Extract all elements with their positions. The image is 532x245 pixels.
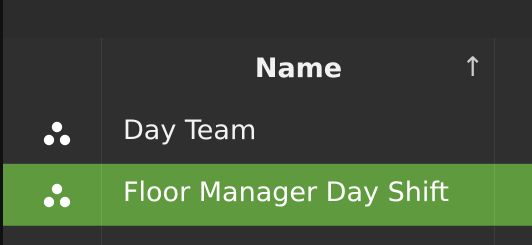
row-name-cell[interactable]: Day Team xyxy=(103,102,495,163)
sort-ascending-icon[interactable]: ↑ xyxy=(461,48,484,88)
name-column-label: Name xyxy=(254,53,343,84)
table-row[interactable]: Day Team xyxy=(3,102,532,164)
group-icon xyxy=(43,121,71,146)
icon-column-header[interactable] xyxy=(3,38,102,102)
row-name-cell[interactable]: Floor Manager Day Shift xyxy=(103,164,495,225)
table-row-selected[interactable]: Floor Manager Day Shift xyxy=(3,164,532,226)
row-icon-cell xyxy=(3,164,102,225)
name-column-header[interactable]: Name ↑ xyxy=(103,38,495,102)
grid-header-row: Name ↑ xyxy=(3,38,532,103)
empty-icon-cell xyxy=(3,226,102,245)
empty-row xyxy=(3,226,532,245)
app-window: Name ↑ Day Team Floor Manager Day Shift xyxy=(0,0,532,245)
toolbar-area xyxy=(3,0,532,39)
extra-column-header[interactable] xyxy=(495,38,532,102)
empty-name-cell xyxy=(103,226,495,245)
row-name: Floor Manager Day Shift xyxy=(123,177,449,208)
row-name: Day Team xyxy=(123,115,257,146)
row-icon-cell xyxy=(3,102,102,163)
row-extra-cell xyxy=(495,102,532,163)
empty-extra-cell xyxy=(495,226,532,245)
row-extra-cell xyxy=(495,164,532,225)
groups-grid: Name ↑ Day Team Floor Manager Day Shift xyxy=(3,38,532,245)
group-icon xyxy=(43,183,71,208)
